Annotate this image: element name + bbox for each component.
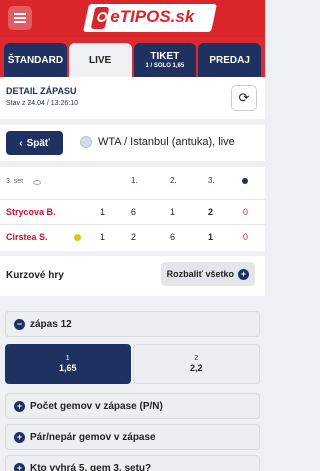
logo-badge-icon — [90, 7, 110, 29]
detail-title: DETAIL ZÁPASU — [6, 86, 77, 96]
set3-header: 3. — [208, 176, 215, 185]
tab-standard[interactable]: ŠTANDARD — [4, 43, 67, 77]
plus-circle-icon: + — [14, 431, 25, 443]
market-odd-even[interactable]: + Pár/nepár gemov v zápase — [5, 424, 260, 450]
outcome-button-1[interactable]: 1 1,65 — [5, 344, 131, 384]
scoreboard: 3. set 1. 2. 3. Strycova B. 1 6 1 2 0 Ci… — [0, 167, 265, 251]
market-label: Kto vyhrá 5. gem 3. setu? — [30, 462, 152, 471]
set1-header: 1. — [131, 176, 138, 185]
market-games-over-under[interactable]: + Počet gemov v zápase (P/N) — [5, 393, 260, 419]
player-points: 0 — [243, 207, 249, 217]
tennis-ball-icon — [80, 136, 92, 148]
tab-tiket[interactable]: TIKET 1 / SOLO 1,65 — [133, 43, 197, 77]
back-button[interactable]: ‹ Späť — [6, 131, 63, 155]
player-games: 1 — [100, 232, 106, 242]
serve-indicator-icon — [242, 178, 248, 184]
menu-icon[interactable] — [8, 6, 32, 30]
odds-header: Kurzové hry Rozbaliť všetko + — [0, 256, 265, 296]
player-set1: 2 — [131, 232, 137, 242]
market-match-12[interactable]: − zápas 12 — [5, 311, 260, 337]
player-row: Strycova B. 1 6 1 2 0 — [0, 199, 265, 223]
outcome-name: 1 — [65, 355, 70, 362]
match-detail-header: DETAIL ZÁPASU Stav z 24.04 / 13:26:10 ⟳ — [0, 77, 265, 119]
tab-tiket-sub: 1 / SOLO 1,65 — [145, 63, 185, 69]
tab-predaj[interactable]: PREDAJ — [198, 43, 261, 77]
market-label: zápas 12 — [30, 318, 72, 330]
detail-timestamp: Stav z 24.04 / 13:26:10 — [6, 100, 78, 107]
market-game-winner[interactable]: + Kto vyhrá 5. gem 3. setu? — [5, 455, 260, 471]
player-set2: 6 — [170, 232, 176, 242]
odds-title: Kurzové hry — [6, 270, 64, 281]
back-label: Späť — [26, 137, 50, 149]
refresh-icon[interactable]: ⟳ — [231, 85, 257, 111]
player-row: Cirstea S. 1 2 6 1 0 — [0, 224, 265, 248]
player-set2: 1 — [170, 207, 176, 217]
player-name: Strycova B. — [6, 207, 56, 217]
market-label: Počet gemov v zápase (P/N) — [30, 400, 163, 412]
current-set-label: 3. set — [6, 178, 24, 185]
tab-live[interactable]: LIVE — [68, 43, 132, 77]
eye-icon — [33, 180, 41, 185]
top-bar: eTIPOS.sk — [0, 0, 265, 37]
player-name: Cirstea S. — [6, 232, 48, 242]
player-set3: 2 — [208, 207, 214, 217]
main-tabs: ŠTANDARD LIVE TIKET 1 / SOLO 1,65 PREDAJ — [0, 37, 265, 77]
outcome-button-2[interactable]: 2 2,2 — [132, 344, 260, 384]
event-title: WTA / Istanbul (antuka), live — [98, 136, 235, 148]
player-games: 1 — [100, 207, 106, 217]
player-set1: 6 — [131, 207, 137, 217]
outcome-odd: 2,2 — [189, 363, 203, 373]
plus-circle-icon: + — [238, 268, 249, 280]
player-set3: 1 — [208, 232, 214, 242]
expand-all-button[interactable]: Rozbaliť všetko + — [160, 262, 255, 286]
chevron-left-icon: ‹ — [19, 137, 23, 149]
logo-text: eTIPOS.sk — [110, 7, 195, 26]
outcome-odd: 1,65 — [58, 363, 77, 373]
outcomes: 1 1,65 2 2,2 — [5, 344, 260, 384]
player-points: 0 — [243, 232, 249, 242]
event-bar: ‹ Späť WTA / Istanbul (antuka), live — [0, 125, 265, 161]
set2-header: 2. — [170, 176, 177, 185]
outcome-name: 2 — [194, 355, 199, 362]
scoreboard-header: 3. set 1. 2. 3. — [0, 169, 265, 193]
plus-circle-icon: + — [14, 400, 25, 412]
brand-logo[interactable]: eTIPOS.sk — [83, 4, 217, 32]
market-label: Pár/nepár gemov v zápase — [30, 431, 156, 443]
plus-circle-icon: + — [14, 462, 25, 471]
expand-all-label: Rozbaliť všetko — [166, 269, 234, 279]
minus-circle-icon: − — [14, 318, 25, 330]
serving-ball-icon — [74, 234, 81, 241]
